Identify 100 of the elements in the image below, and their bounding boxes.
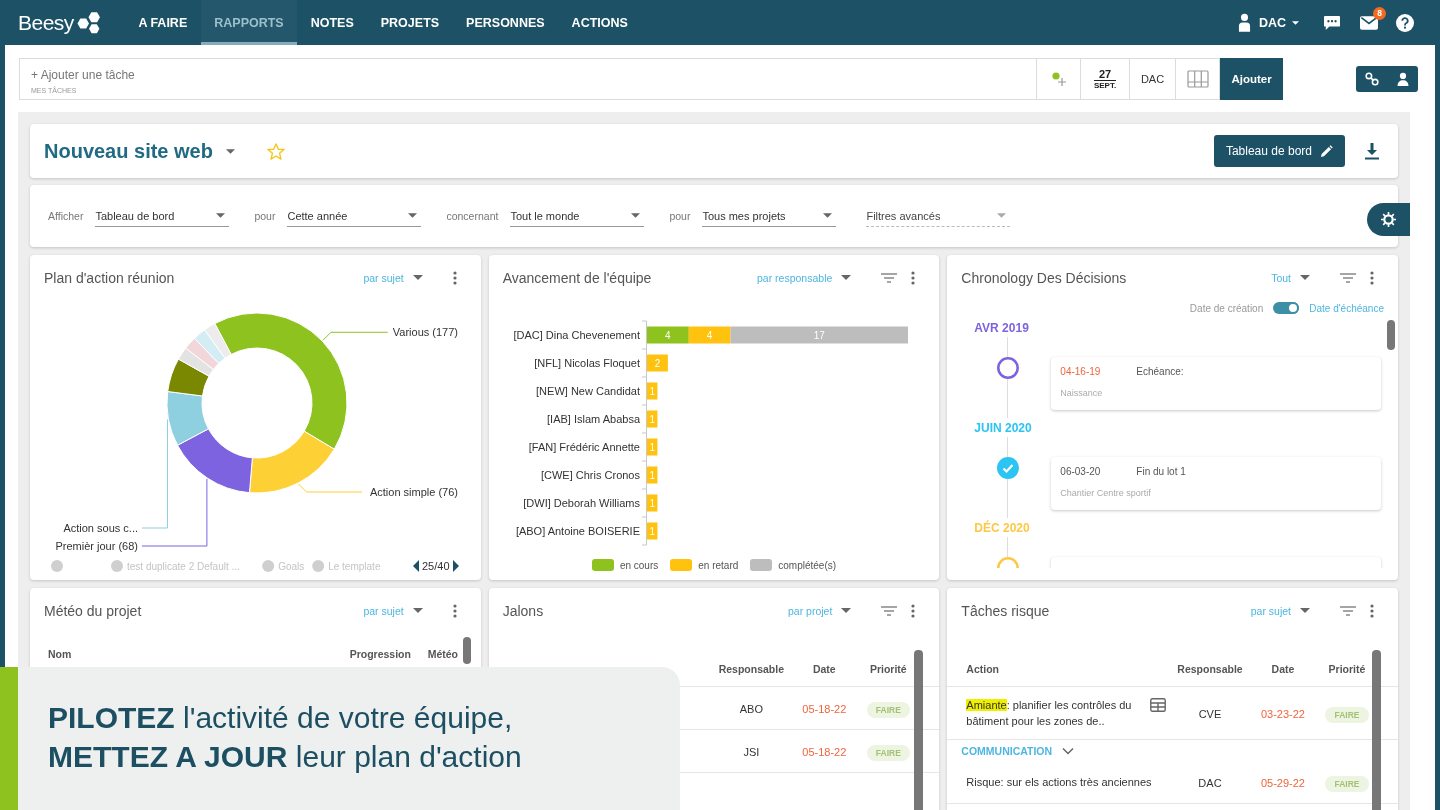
kebab-menu-icon[interactable]: [452, 603, 457, 618]
column-header[interactable]: Responsable: [1177, 663, 1243, 675]
nav-tab[interactable]: PROJETS: [367, 0, 453, 45]
category-label: [FAN] Frédéric Annette: [528, 441, 640, 453]
nav-tab[interactable]: ACTIONS: [558, 0, 642, 45]
event-card[interactable]: 04-16-19 Echéance: Naissance: [1051, 357, 1381, 410]
mail-icon[interactable]: [1360, 15, 1378, 30]
banner-headline: METTEZ A JOUR leur plan d'action: [48, 739, 522, 775]
column-header[interactable]: Responsable: [718, 663, 784, 675]
toggle-switch[interactable]: [1273, 302, 1300, 314]
board-view-button[interactable]: [1176, 58, 1220, 100]
column-header[interactable]: Action: [966, 663, 999, 675]
column-header[interactable]: Priorité: [869, 663, 907, 675]
check-circle-icon[interactable]: [997, 457, 1020, 479]
date-cell: 05-18-22: [802, 703, 847, 715]
scrollbar-thumb[interactable]: [1372, 650, 1382, 810]
bar-segment[interactable]: [730, 326, 908, 344]
filter-dropdown[interactable]: Cette année: [287, 205, 422, 227]
bar-segment[interactable]: [688, 326, 731, 344]
column-header[interactable]: Nom: [48, 648, 72, 660]
due-date-button[interactable]: 27 SEPT.: [1081, 58, 1130, 100]
previous-page-icon[interactable]: [413, 560, 419, 572]
filter-dropdown[interactable]: Tableau de bord: [95, 205, 230, 227]
scrollbar-thumb[interactable]: [1387, 320, 1396, 350]
dashboard-button[interactable]: Tableau de bord: [1213, 135, 1345, 167]
project-assign-button[interactable]: [1037, 58, 1081, 100]
user-menu-button[interactable]: DAC: [1237, 13, 1299, 32]
legend-dot-icon[interactable]: [51, 560, 63, 572]
donut-slice[interactable]: [177, 428, 253, 494]
bar-segment[interactable]: [646, 466, 658, 484]
nav-tab[interactable]: A FAIRE: [124, 0, 201, 45]
filter-icon[interactable]: [881, 272, 898, 283]
legend-dot-icon[interactable]: [111, 560, 123, 572]
legend-label[interactable]: en cours: [619, 559, 659, 571]
bar-segment[interactable]: [646, 410, 658, 428]
filter-label: concernant: [446, 210, 499, 222]
star-icon[interactable]: [266, 142, 285, 160]
legend-swatch-icon[interactable]: [670, 559, 693, 571]
bar-segment[interactable]: [646, 522, 658, 540]
filter-icon[interactable]: [881, 605, 898, 616]
legend-label[interactable]: en retard: [698, 559, 739, 571]
filter-dropdown[interactable]: Tout le monde: [510, 205, 645, 227]
ring-icon[interactable]: [997, 357, 1020, 379]
kebab-menu-icon[interactable]: [911, 270, 916, 285]
donut-slice[interactable]: [167, 358, 210, 397]
column-header[interactable]: Date: [1271, 663, 1295, 675]
donut-slice[interactable]: [166, 391, 209, 446]
filter-dropdown[interactable]: Tous mes projets: [702, 205, 837, 227]
filter-icon[interactable]: [1340, 605, 1356, 616]
bar-segment[interactable]: [646, 494, 658, 512]
action-text[interactable]: Amiante: planifier les contrôles du bâtiment pour les zones de..: [966, 697, 1144, 729]
scrollbar-thumb[interactable]: [913, 650, 923, 810]
category-label: [NEW] New Candidat: [535, 385, 640, 397]
slice-label: Various (177): [392, 326, 458, 339]
bar-segment[interactable]: [646, 382, 658, 400]
nav-tab[interactable]: NOTES: [297, 0, 368, 45]
legend-swatch-icon[interactable]: [591, 559, 614, 571]
nav-tab[interactable]: PERSONNES: [452, 0, 559, 45]
bar-segment[interactable]: [646, 354, 668, 372]
next-page-icon[interactable]: [453, 560, 459, 572]
bar-segment[interactable]: [646, 326, 689, 344]
settings-button[interactable]: [1367, 203, 1410, 236]
event-subtitle: Chantier Centre sportif: [1060, 488, 1152, 498]
donut-slice[interactable]: [194, 329, 226, 364]
filter-icon[interactable]: [1340, 272, 1356, 283]
event-date: 04-16-19: [1060, 365, 1102, 377]
donut-slice[interactable]: [204, 323, 232, 359]
scrollbar-thumb[interactable]: [463, 637, 471, 664]
leader-line: [298, 483, 363, 493]
legend-label[interactable]: complétée(s): [778, 559, 837, 571]
kebab-menu-icon[interactable]: [1370, 270, 1374, 285]
advanced-filter-dropdown[interactable]: Filtres avancés: [866, 205, 1011, 227]
table-icon[interactable]: [1150, 698, 1166, 712]
kebab-menu-icon[interactable]: [1370, 603, 1374, 618]
donut-slice[interactable]: [248, 430, 335, 494]
bar-segment[interactable]: [646, 438, 658, 456]
caret-icon[interactable]: [225, 148, 235, 154]
download-icon[interactable]: [1365, 142, 1379, 160]
chevron-down-icon[interactable]: [1062, 746, 1075, 755]
column-header[interactable]: Date: [812, 663, 836, 675]
nav-tab[interactable]: RAPPORTS: [200, 0, 298, 45]
kebab-menu-icon[interactable]: [452, 270, 457, 285]
event-card[interactable]: 06-03-20 Fin du lot 1 Chantier Centre sportif: [1051, 457, 1381, 510]
add-task-button[interactable]: Ajouter: [1220, 58, 1283, 100]
donut-slice[interactable]: [214, 312, 348, 450]
column-header[interactable]: Météo: [427, 648, 458, 660]
bar-value-label: 1: [649, 442, 655, 453]
column-header[interactable]: Progression: [349, 648, 411, 660]
column-header[interactable]: Priorité: [1328, 663, 1366, 675]
action-text[interactable]: Risque: sur els actions très anciennes: [966, 774, 1166, 790]
donut-slice[interactable]: [177, 347, 214, 377]
legend-dot-icon[interactable]: [312, 560, 325, 572]
legend-swatch-icon[interactable]: [750, 559, 773, 571]
legend-dot-icon[interactable]: [262, 560, 275, 572]
date-cell: 05-29-22: [1260, 777, 1305, 789]
donut-slice[interactable]: [185, 337, 220, 370]
assignee-button[interactable]: DAC: [1130, 58, 1176, 100]
kebab-menu-icon[interactable]: [911, 603, 916, 618]
help-icon[interactable]: [1396, 13, 1414, 32]
chat-icon[interactable]: [1323, 14, 1341, 31]
